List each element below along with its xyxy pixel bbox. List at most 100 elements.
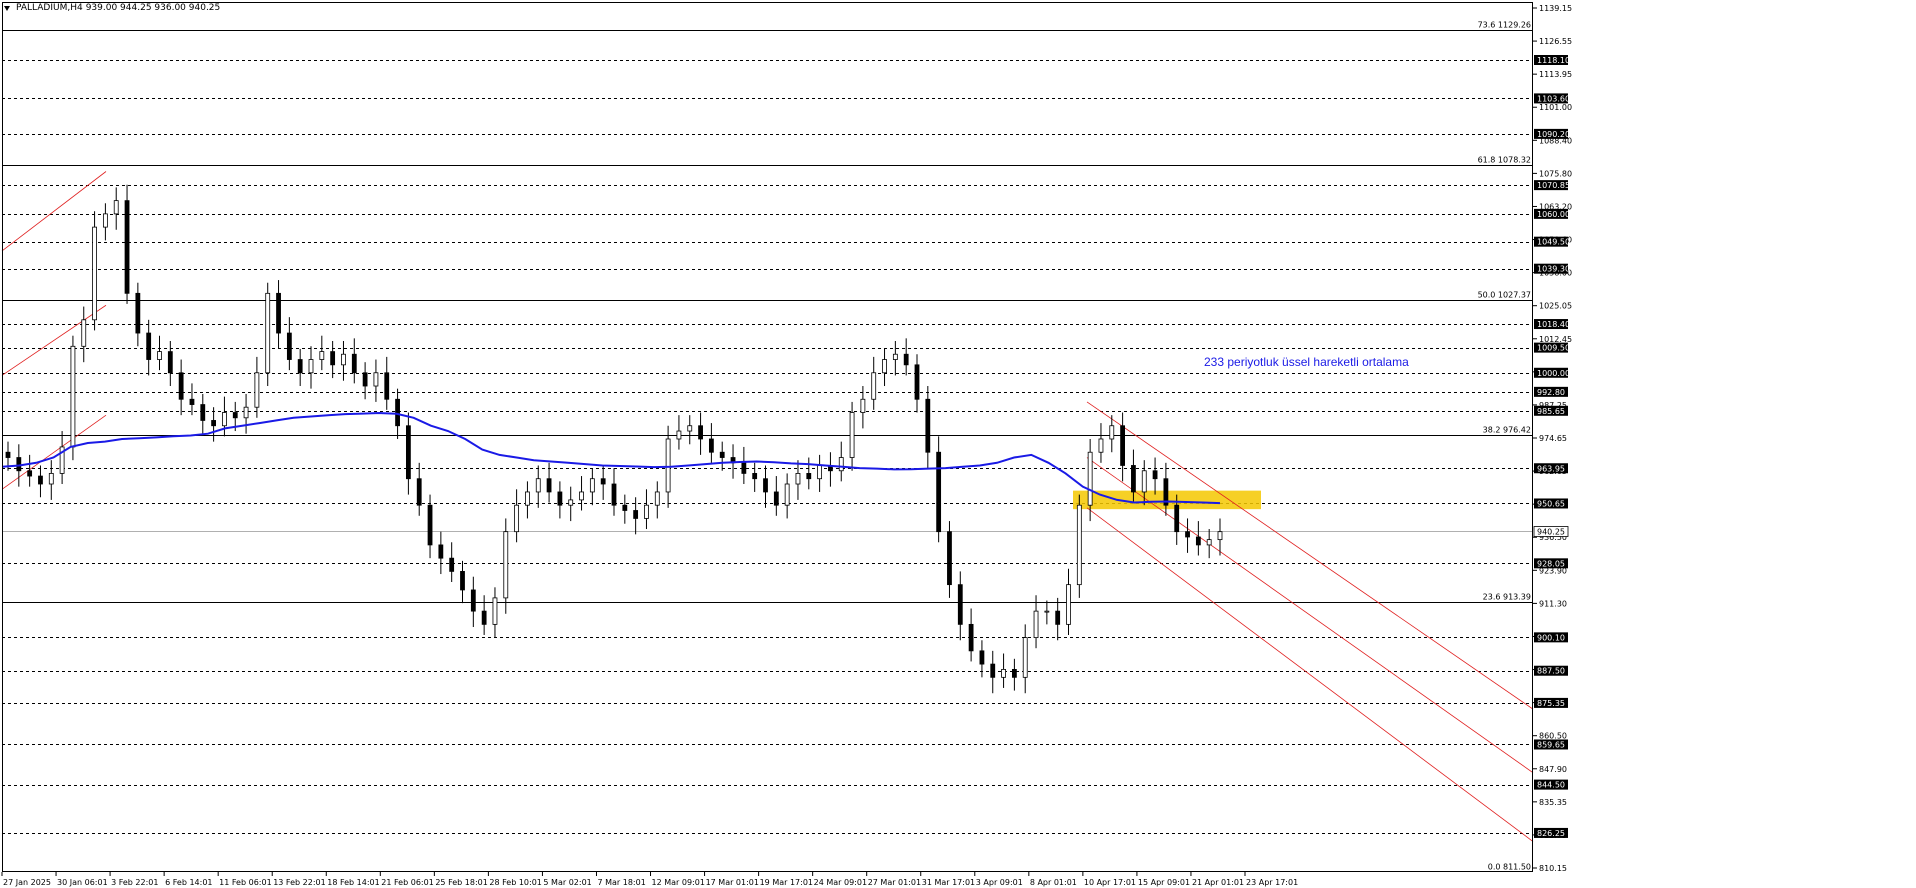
candle-body (665, 438, 671, 493)
fib-label: 61.8 1078.32 (1478, 156, 1531, 165)
level-price-label: 1103.60 (1537, 94, 1570, 103)
y-tick-label: 1025.05 (1539, 302, 1572, 311)
level-price-label: 963.95 (1537, 464, 1565, 473)
level-price-label: 887.50 (1537, 667, 1565, 676)
channel-line (1086, 457, 1534, 774)
channel-line (1086, 507, 1534, 842)
candle-body (1109, 425, 1115, 440)
candle-body (460, 571, 465, 591)
candle-body (849, 412, 855, 458)
candle-body (1044, 610, 1050, 613)
candle-body (892, 353, 898, 360)
y-tick-label: 860.50 (1539, 732, 1567, 741)
candle-body (589, 478, 595, 493)
candle-body (503, 531, 509, 599)
x-tick-label: 17 Mar 01:01 (706, 878, 759, 887)
candle-body (1206, 539, 1212, 546)
candle-body (405, 425, 411, 480)
candle-body (1022, 637, 1028, 678)
x-tick-label: 8 Apr 01:01 (1030, 878, 1077, 887)
x-tick-label: 5 Mar 02:01 (543, 878, 591, 887)
candle-body (113, 200, 119, 215)
candle-body (416, 478, 422, 506)
candle-body (1011, 668, 1017, 678)
x-tick-label: 6 Feb 14:01 (165, 878, 212, 887)
y-tick-label: 1139.15 (1539, 4, 1572, 13)
candle-body (1131, 465, 1136, 493)
candle-body (330, 351, 336, 366)
ema-annotation: 233 periyotluk üssel hareketli ortalama (1204, 355, 1409, 369)
level-price-label: 826.25 (1537, 829, 1565, 838)
x-tick-label: 13 Feb 22:01 (273, 878, 325, 887)
candle-body (1217, 531, 1223, 541)
level-price-label: 844.50 (1537, 781, 1565, 790)
level-price-label: 1000.00 (1537, 369, 1570, 378)
candle-body (676, 430, 682, 440)
x-tick-label: 3 Feb 22:01 (111, 878, 158, 887)
fib-label: 0.0 811.50 (1488, 863, 1531, 872)
candle-body (1152, 470, 1158, 480)
candle-body (27, 470, 33, 477)
candle-body (254, 372, 260, 408)
candle-body (1087, 451, 1093, 506)
candle-body (817, 465, 823, 480)
price-chart[interactable]: 73.6 1129.26 61.8 1078.32 50.0 1027.37 38.2… (0, 0, 1916, 888)
candle-body (611, 483, 617, 506)
x-tick-label: 11 Feb 06:01 (219, 878, 271, 887)
candle-body (5, 451, 11, 458)
candle-body (1120, 425, 1126, 466)
candle-body (903, 353, 909, 366)
level-price-label: 1049.50 (1537, 238, 1570, 247)
level-price-label: 1060.00 (1537, 210, 1570, 219)
y-tick-label: 1012.45 (1539, 335, 1572, 344)
candle-body (719, 451, 725, 458)
y-tick-label: 810.15 (1539, 864, 1567, 873)
y-tick-label: 1075.80 (1539, 169, 1572, 178)
candle-body (395, 398, 400, 427)
candle-body (600, 478, 606, 485)
level-price-label: 992.80 (1537, 388, 1565, 397)
candle-body (568, 499, 574, 506)
fib-label: 38.2 976.42 (1483, 426, 1531, 435)
level-price-label: 859.65 (1537, 740, 1565, 749)
candle-body (784, 483, 790, 506)
candle-body (384, 372, 390, 400)
candle-body (341, 353, 346, 366)
candle-body (492, 597, 498, 625)
candle-body (373, 372, 379, 387)
level-price-label: 950.65 (1537, 499, 1565, 508)
candle-body (481, 610, 487, 625)
candle-body (838, 457, 844, 472)
level-price-label: 1070.85 (1537, 181, 1570, 190)
x-tick-label: 19 Mar 17:01 (760, 878, 813, 887)
level-price-label: 985.65 (1537, 407, 1565, 416)
candle-body (308, 359, 314, 374)
level-price-label: 900.10 (1537, 633, 1565, 642)
y-tick-label: 835.35 (1539, 798, 1567, 807)
candle-body (297, 359, 303, 374)
candle-body (871, 372, 877, 400)
candle-body (979, 650, 985, 665)
candle-body (189, 398, 195, 405)
candle-body (48, 473, 54, 485)
channel-line (1, 414, 107, 490)
candle-body (243, 406, 249, 419)
level-price-label: 1039.30 (1537, 265, 1570, 274)
candle-body (70, 345, 76, 448)
candle-body (265, 292, 271, 374)
candle-body (1141, 470, 1147, 493)
candle-body (1098, 438, 1104, 453)
x-tick-label: 30 Jan 06:01 (57, 878, 108, 887)
current-price-label: 940.25 (1537, 528, 1565, 537)
candle-body (232, 412, 238, 419)
candle-body (546, 478, 552, 493)
candle-body (167, 351, 173, 374)
y-tick-label: 1113.95 (1539, 70, 1572, 79)
candle-body (752, 473, 758, 480)
candle-body (449, 557, 455, 572)
candle-body (319, 351, 325, 360)
candle-body (525, 491, 530, 506)
x-tick-label: 7 Mar 18:01 (597, 878, 645, 887)
candle-body (16, 457, 22, 472)
candle-body (351, 353, 357, 374)
